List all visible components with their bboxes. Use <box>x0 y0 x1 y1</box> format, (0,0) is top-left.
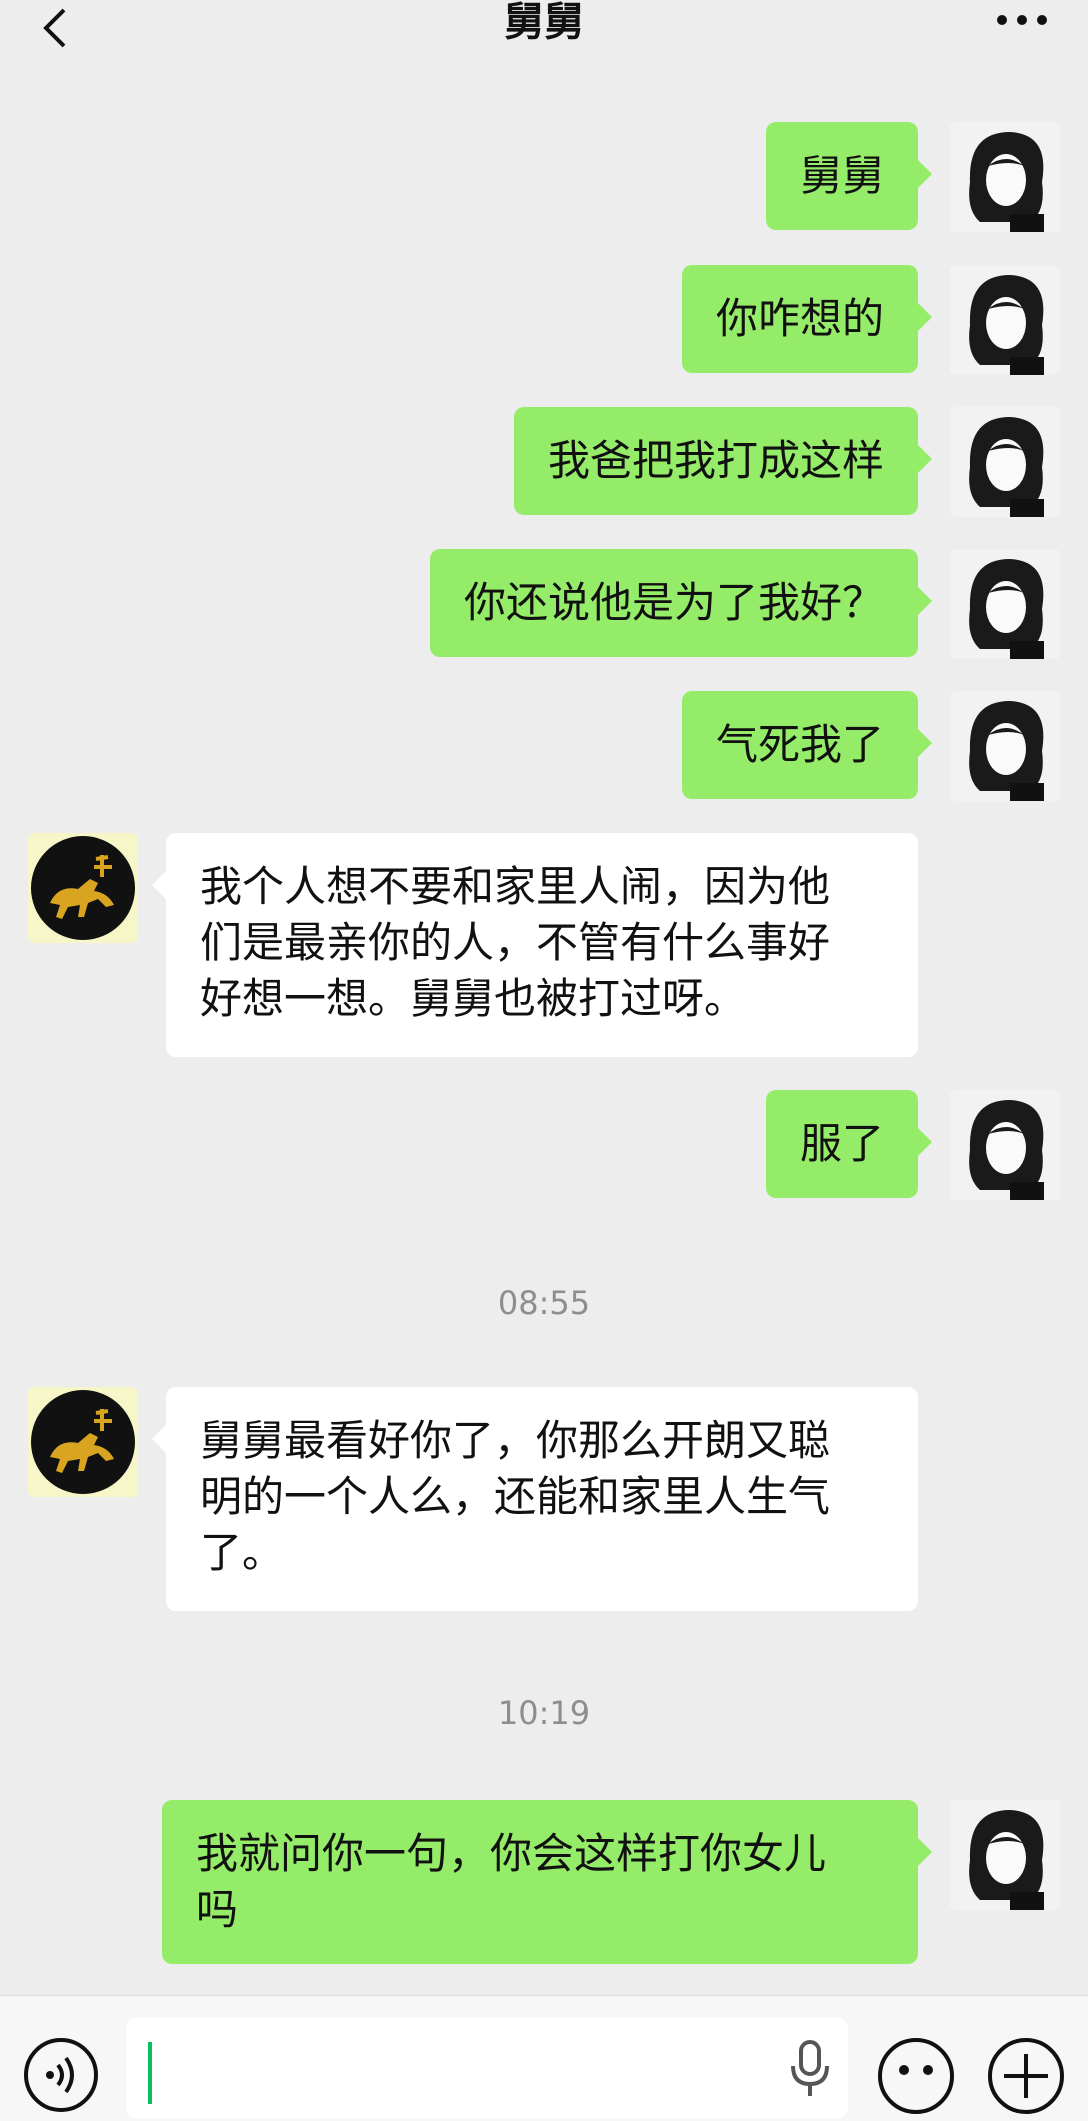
message-row: 舅舅 <box>0 122 1088 232</box>
more-options-button[interactable] <box>986 2036 1066 2116</box>
message-bubble-sent[interactable]: 我爸把我打成这样 <box>513 407 933 515</box>
voice-mode-button[interactable] <box>22 2036 100 2114</box>
message-input[interactable] <box>126 2018 848 2118</box>
my-avatar[interactable] <box>950 549 1060 659</box>
message-bubble-sent[interactable]: 舅舅 <box>765 122 933 230</box>
more-button[interactable] <box>992 2 1052 38</box>
message-row: 舅舅最看好你了，你那么开朗又聪 明的一个人么，还能和家里人生气 了。 <box>0 1387 1088 1611</box>
my-avatar[interactable] <box>950 407 1060 517</box>
message-bubble-sent[interactable]: 你咋想的 <box>681 265 933 373</box>
message-bubble-sent[interactable]: 我就问你一句，你会这样打你女儿 吗 <box>162 1800 932 1964</box>
portrait-icon <box>950 122 1060 232</box>
message-bubble-received[interactable]: 我个人想不要和家里人闹，因为他 们是最亲你的人，不管有什么事好 好想一想。舅舅也… <box>152 833 918 1057</box>
input-bar <box>0 1995 1088 2121</box>
timestamp: 10:19 <box>497 1694 591 1732</box>
contact-avatar[interactable] <box>28 1387 138 1497</box>
message-row: 我个人想不要和家里人闹，因为他 们是最亲你的人，不管有什么事好 好想一想。舅舅也… <box>0 833 1088 1057</box>
portrait-icon <box>950 407 1060 517</box>
chat-title: 舅舅 <box>504 0 584 45</box>
message-row: 我就问你一句，你会这样打你女儿 吗 <box>0 1800 1088 1964</box>
portrait-icon <box>950 691 1060 801</box>
message-row: 你还说他是为了我好？ <box>0 549 1088 659</box>
message-bubble-sent[interactable]: 气死我了 <box>681 691 933 799</box>
my-avatar[interactable] <box>950 1800 1060 1910</box>
my-avatar[interactable] <box>950 265 1060 375</box>
horse-logo-icon <box>28 833 138 943</box>
voice-mode-icon <box>24 2038 98 2112</box>
message-row: 气死我了 <box>0 691 1088 801</box>
message-bubble-sent[interactable]: 服了 <box>765 1090 933 1198</box>
horse-logo-icon <box>28 1387 138 1497</box>
emoji-button[interactable] <box>876 2036 956 2116</box>
portrait-icon <box>950 549 1060 659</box>
contact-avatar[interactable] <box>28 833 138 943</box>
timestamp: 08:55 <box>497 1284 591 1322</box>
message-bubble-sent[interactable]: 你还说他是为了我好？ <box>429 549 933 657</box>
portrait-icon <box>950 1090 1060 1200</box>
microphone-icon <box>791 2040 829 2096</box>
text-cursor <box>148 2042 152 2104</box>
my-avatar[interactable] <box>950 691 1060 801</box>
ellipsis-icon <box>997 15 1047 25</box>
message-row: 我爸把我打成这样 <box>0 407 1088 517</box>
plus-icon <box>988 2038 1064 2114</box>
portrait-icon <box>950 1800 1060 1910</box>
my-avatar[interactable] <box>950 122 1060 232</box>
message-row: 服了 <box>0 1090 1088 1200</box>
microphone-button[interactable] <box>788 2038 832 2100</box>
message-bubble-received[interactable]: 舅舅最看好你了，你那么开朗又聪 明的一个人么，还能和家里人生气 了。 <box>152 1387 918 1611</box>
portrait-icon <box>950 265 1060 375</box>
chat-header: 舅舅 <box>0 0 1088 60</box>
emoji-icon <box>878 2038 954 2114</box>
my-avatar[interactable] <box>950 1090 1060 1200</box>
message-row: 你咋想的 <box>0 265 1088 375</box>
